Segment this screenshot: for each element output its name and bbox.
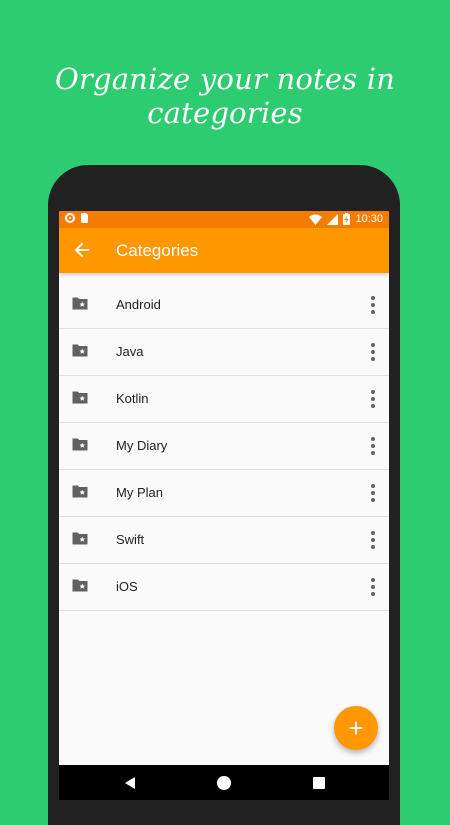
app-bar: Categories [59,228,389,273]
signal-icon [327,213,339,225]
more-vert-icon[interactable] [369,342,377,362]
promo-headline: Organize your notes in categories [54,62,396,130]
nav-recents-icon[interactable] [313,777,325,789]
folder-star-icon [72,438,88,451]
category-item-swift[interactable]: Swift [59,517,389,564]
battery-charging-icon [343,213,351,225]
category-label: Kotlin [116,391,149,406]
category-list: Android Java Kotlin My Diary My Plan Swi… [59,282,389,611]
add-category-button[interactable]: + [334,706,378,750]
status-time: 10:30 [355,213,383,225]
nav-back-icon[interactable] [123,776,137,790]
category-label: Android [116,297,161,312]
system-nav-bar [59,765,389,800]
category-item-kotlin[interactable]: Kotlin [59,376,389,423]
more-vert-icon[interactable] [369,483,377,503]
sd-card-icon [81,213,88,223]
folder-star-icon [72,391,88,404]
folder-star-icon [72,344,88,357]
more-vert-icon[interactable] [369,389,377,409]
category-item-ios[interactable]: iOS [59,564,389,611]
category-label: Java [116,344,144,359]
status-bar: 10:30 [59,211,389,228]
folder-star-icon [72,532,88,545]
category-label: iOS [116,579,138,594]
category-item-java[interactable]: Java [59,329,389,376]
record-icon [65,213,75,223]
category-item-my-plan[interactable]: My Plan [59,470,389,517]
category-item-android[interactable]: Android [59,282,389,329]
wifi-icon [309,214,323,225]
folder-star-icon [72,579,88,592]
page-title: Categories [116,241,199,260]
nav-home-icon[interactable] [217,776,231,790]
category-label: My Plan [116,485,163,500]
category-label: Swift [116,532,145,547]
arrow-back-icon[interactable] [71,239,93,261]
folder-star-icon [72,297,88,310]
category-item-my-diary[interactable]: My Diary [59,423,389,470]
more-vert-icon[interactable] [369,530,377,550]
more-vert-icon[interactable] [369,295,377,315]
folder-star-icon [72,485,88,498]
more-vert-icon[interactable] [369,436,377,456]
category-label: My Diary [116,438,168,453]
more-vert-icon[interactable] [369,577,377,597]
